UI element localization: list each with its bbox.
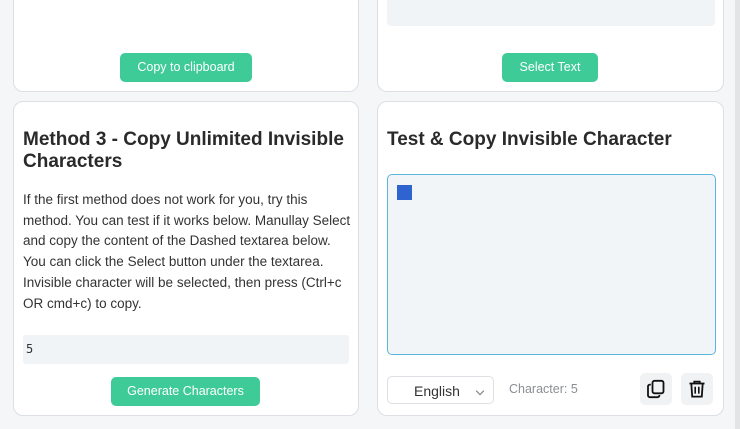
chevron-down-icon: [475, 386, 485, 396]
test-textarea[interactable]: [387, 174, 716, 355]
select-text-card: Select Text: [377, 0, 724, 92]
select-text-field[interactable]: [387, 0, 715, 26]
method3-title: Method 3 - Copy Unlimited Invisible Char…: [23, 129, 344, 172]
copy-to-clipboard-button[interactable]: Copy to clipboard: [120, 53, 252, 82]
test-title: Test & Copy Invisible Character: [387, 129, 672, 150]
select-text-button[interactable]: Select Text: [502, 53, 598, 82]
text-cursor: [397, 185, 412, 200]
copy-icon: [647, 379, 665, 399]
copy-clipboard-card: Copy to clipboard: [13, 0, 359, 92]
character-count: Character: 5: [509, 382, 578, 396]
test-copy-card: Test & Copy Invisible Character English …: [377, 101, 724, 416]
page-scrollbar[interactable]: [735, 0, 740, 429]
language-selected-value: English: [414, 383, 460, 399]
generate-characters-button[interactable]: Generate Characters: [111, 377, 260, 406]
invisible-chars-textarea[interactable]: 5: [23, 335, 349, 364]
trash-icon: [689, 380, 705, 398]
copy-button[interactable]: [640, 373, 672, 405]
method3-card: Method 3 - Copy Unlimited Invisible Char…: [13, 101, 359, 416]
method3-description: If the first method does not work for yo…: [23, 192, 351, 311]
delete-button[interactable]: [681, 373, 713, 405]
language-select[interactable]: English: [387, 376, 494, 404]
